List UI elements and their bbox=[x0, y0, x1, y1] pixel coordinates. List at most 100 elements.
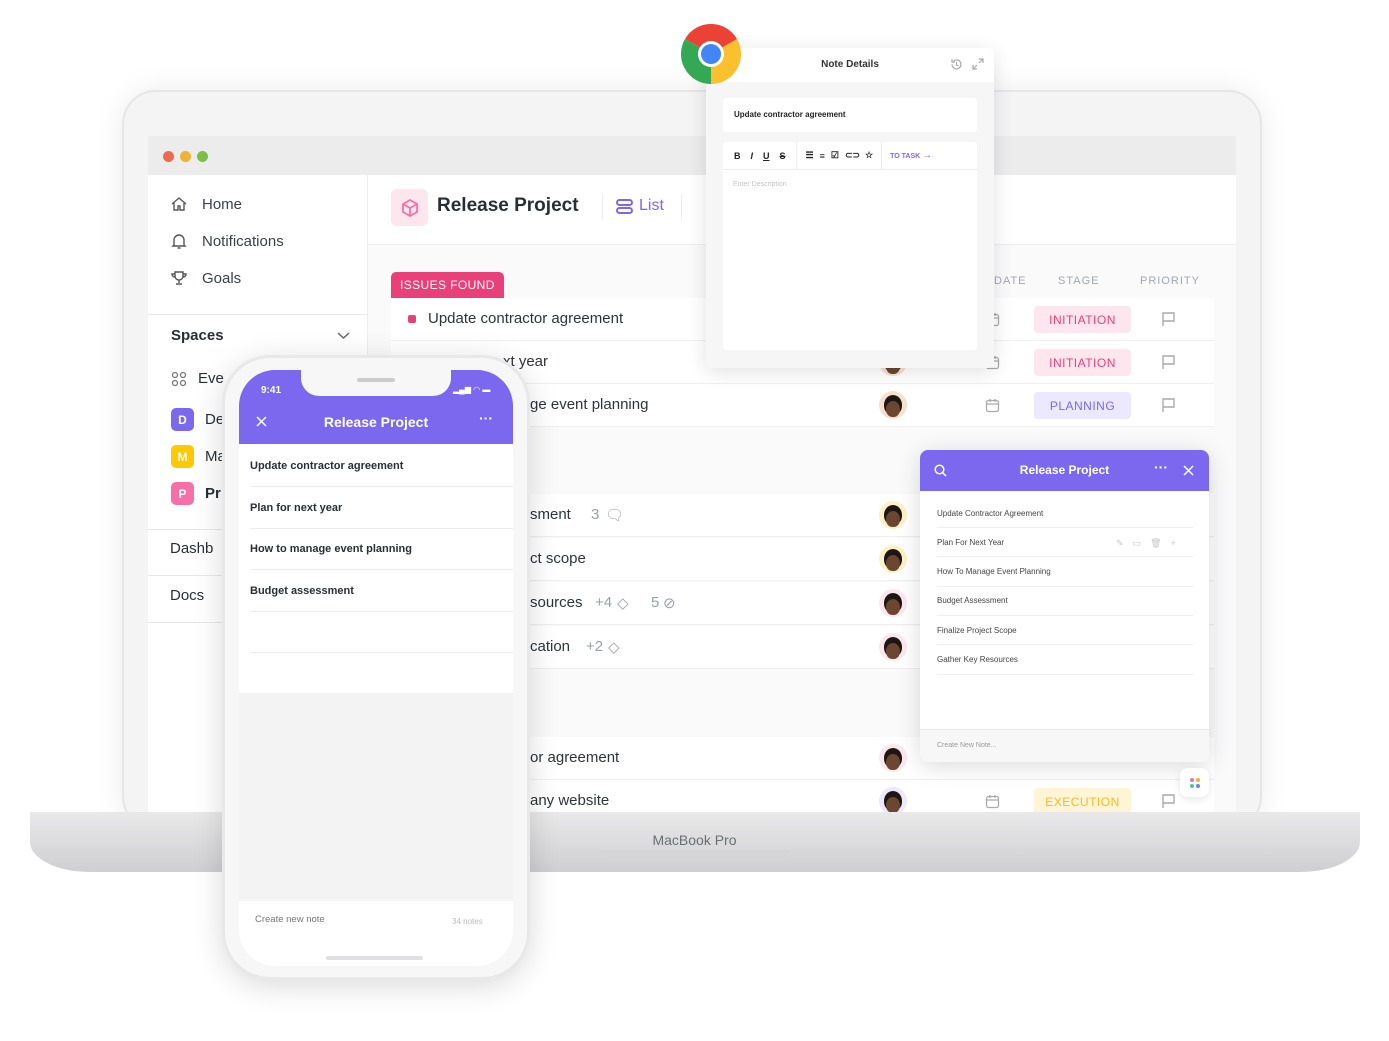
trash-icon[interactable]: 🗑 bbox=[1150, 538, 1161, 549]
star-icon[interactable]: ☆ bbox=[865, 150, 873, 161]
space-item-everything[interactable]: Eve bbox=[171, 370, 224, 387]
sidebar-item-home[interactable]: Home bbox=[170, 195, 242, 213]
close-icon[interactable] bbox=[1183, 465, 1194, 476]
more-icon[interactable]: ··· bbox=[479, 410, 493, 426]
note-list-item[interactable]: Update Contractor Agreement bbox=[937, 499, 1193, 528]
notes-count: 34 notes bbox=[452, 917, 483, 926]
sidebar-item-docs[interactable]: Docs bbox=[170, 587, 204, 604]
priority-flag-icon[interactable] bbox=[1161, 397, 1177, 413]
more-icon[interactable]: ··· bbox=[1154, 459, 1168, 475]
priority-flag-icon[interactable] bbox=[1161, 311, 1177, 327]
comment-icon[interactable]: 🗨︎ bbox=[605, 506, 624, 524]
assignee-avatar[interactable] bbox=[879, 589, 907, 617]
note-list-item[interactable]: Budget assessment bbox=[250, 571, 513, 612]
calendar-icon[interactable] bbox=[985, 398, 1000, 413]
assignee-avatar[interactable] bbox=[879, 501, 907, 529]
assignee-avatar[interactable] bbox=[879, 391, 907, 419]
underline-button[interactable]: U bbox=[763, 151, 770, 161]
space-avatar: P bbox=[171, 482, 194, 505]
stage-badge[interactable]: PLANNING bbox=[1034, 392, 1131, 419]
note-details-window: Note Details Update contractor agreement… bbox=[706, 48, 994, 368]
note-list-item[interactable]: Finalize Project Scope bbox=[937, 616, 1193, 646]
task-name[interactable]: or agreement bbox=[530, 749, 619, 766]
create-note-footer[interactable]: Create New Note... bbox=[920, 729, 1209, 762]
priority-flag-icon[interactable] bbox=[1161, 354, 1177, 370]
tag-icon[interactable]: ◇ bbox=[617, 594, 629, 612]
note-list-item[interactable]: How to manage event planning bbox=[250, 529, 513, 570]
edit-icon[interactable]: ✎ bbox=[1116, 538, 1124, 549]
tag-icon[interactable]: ◇ bbox=[608, 638, 620, 656]
calendar-icon[interactable] bbox=[985, 794, 1000, 809]
assignee-avatar[interactable] bbox=[879, 633, 907, 661]
group-badge-issues-found[interactable]: ISSUES FOUND bbox=[391, 272, 504, 298]
bullet-list-icon[interactable]: ☰ bbox=[806, 150, 814, 161]
maximize-window-button[interactable] bbox=[197, 151, 208, 162]
phone-footer: Create new note 34 notes bbox=[239, 901, 513, 966]
task-name[interactable]: sment bbox=[530, 506, 571, 523]
note-title: Budget Assessment bbox=[937, 596, 1008, 606]
tag-count: +2 bbox=[586, 638, 604, 655]
create-note-input[interactable]: Create new note bbox=[255, 914, 325, 925]
add-icon[interactable]: + bbox=[1171, 538, 1176, 549]
note-editor[interactable]: B I U S ☰ ≡ ☑ ⊂⊃ ☆ TO TASK → Enter Descr… bbox=[723, 141, 977, 350]
create-note-input[interactable]: Create New Note... bbox=[937, 742, 997, 749]
space-item-p[interactable]: P Pr bbox=[171, 482, 221, 505]
phone-notch bbox=[301, 370, 451, 396]
italic-button[interactable]: I bbox=[751, 151, 754, 161]
checkbox-icon[interactable]: ☑ bbox=[831, 150, 839, 161]
sidebar-item-goals[interactable]: Goals bbox=[170, 269, 241, 287]
paperclip-icon[interactable]: ⊘ bbox=[663, 594, 676, 612]
chevron-down-icon[interactable] bbox=[337, 331, 350, 340]
strikethrough-button[interactable]: S bbox=[780, 151, 786, 161]
stage-badge[interactable]: INITIATION bbox=[1034, 349, 1131, 376]
stage-badge[interactable]: INITIATION bbox=[1034, 306, 1131, 333]
assignee-avatar[interactable] bbox=[879, 787, 907, 812]
note-list-item[interactable]: Plan for next year bbox=[250, 488, 513, 529]
space-item-m[interactable]: M Ma bbox=[171, 445, 226, 468]
stage-badge[interactable]: EXECUTION bbox=[1034, 788, 1131, 812]
note-title-input[interactable]: Update contractor agreement bbox=[723, 98, 977, 132]
note-list-item[interactable]: How To Manage Event Planning bbox=[937, 558, 1193, 587]
note-title: Budget assessment bbox=[250, 584, 354, 597]
archive-icon[interactable]: ▭ bbox=[1133, 538, 1142, 549]
note-list-item[interactable]: Budget Assessment bbox=[937, 587, 1193, 616]
note-list-item[interactable]: Gather Key Resources bbox=[937, 646, 1193, 675]
column-header-priority[interactable]: PRIORITY bbox=[1140, 275, 1200, 287]
task-name[interactable]: any website bbox=[530, 792, 609, 809]
history-icon[interactable] bbox=[950, 58, 963, 71]
spaces-heading: Spaces bbox=[171, 327, 224, 344]
trophy-icon bbox=[171, 271, 187, 285]
task-name[interactable]: Update contractor agreement bbox=[428, 310, 623, 327]
space-item-d[interactable]: D De bbox=[171, 408, 224, 431]
close-window-button[interactable] bbox=[163, 151, 174, 162]
popup-header: Release Project ··· bbox=[920, 450, 1209, 491]
expand-icon[interactable] bbox=[972, 58, 984, 70]
task-name[interactable]: ge event planning bbox=[530, 396, 648, 413]
sidebar-item-label: Notifications bbox=[202, 232, 284, 250]
column-header-stage[interactable]: STAGE bbox=[1058, 275, 1099, 287]
priority-flag-icon[interactable] bbox=[1161, 793, 1177, 809]
assignee-avatar[interactable] bbox=[879, 744, 907, 772]
bold-button[interactable]: B bbox=[734, 151, 741, 161]
minimize-window-button[interactable] bbox=[180, 151, 191, 162]
apps-button[interactable] bbox=[1180, 768, 1209, 797]
formatting-toolbar: B I U S ☰ ≡ ☑ ⊂⊃ ☆ TO TASK → bbox=[723, 141, 977, 170]
note-title: How To Manage Event Planning bbox=[937, 567, 1051, 577]
task-name[interactable]: sources bbox=[530, 594, 583, 611]
task-name[interactable]: ct scope bbox=[530, 550, 586, 567]
sidebar-item-dashboards[interactable]: Dashb bbox=[170, 540, 213, 557]
link-icon[interactable]: ⊂⊃ bbox=[845, 150, 860, 161]
to-task-button[interactable]: TO TASK → bbox=[890, 150, 932, 161]
numbered-list-icon[interactable]: ≡ bbox=[820, 151, 825, 161]
space-label: Eve bbox=[198, 370, 224, 387]
title-bar bbox=[148, 136, 1236, 175]
sidebar-item-notifications[interactable]: Notifications bbox=[170, 232, 284, 250]
description-placeholder: Enter Description bbox=[733, 181, 787, 188]
project-icon bbox=[391, 189, 428, 226]
note-title: Update Contractor Agreement bbox=[937, 508, 1044, 518]
task-name[interactable]: cation bbox=[530, 638, 570, 655]
assignee-avatar[interactable] bbox=[879, 545, 907, 573]
tab-list[interactable]: List bbox=[616, 197, 664, 215]
note-list-item[interactable]: Update contractor agreement bbox=[250, 446, 513, 487]
column-header-date[interactable]: DATE bbox=[994, 275, 1027, 287]
